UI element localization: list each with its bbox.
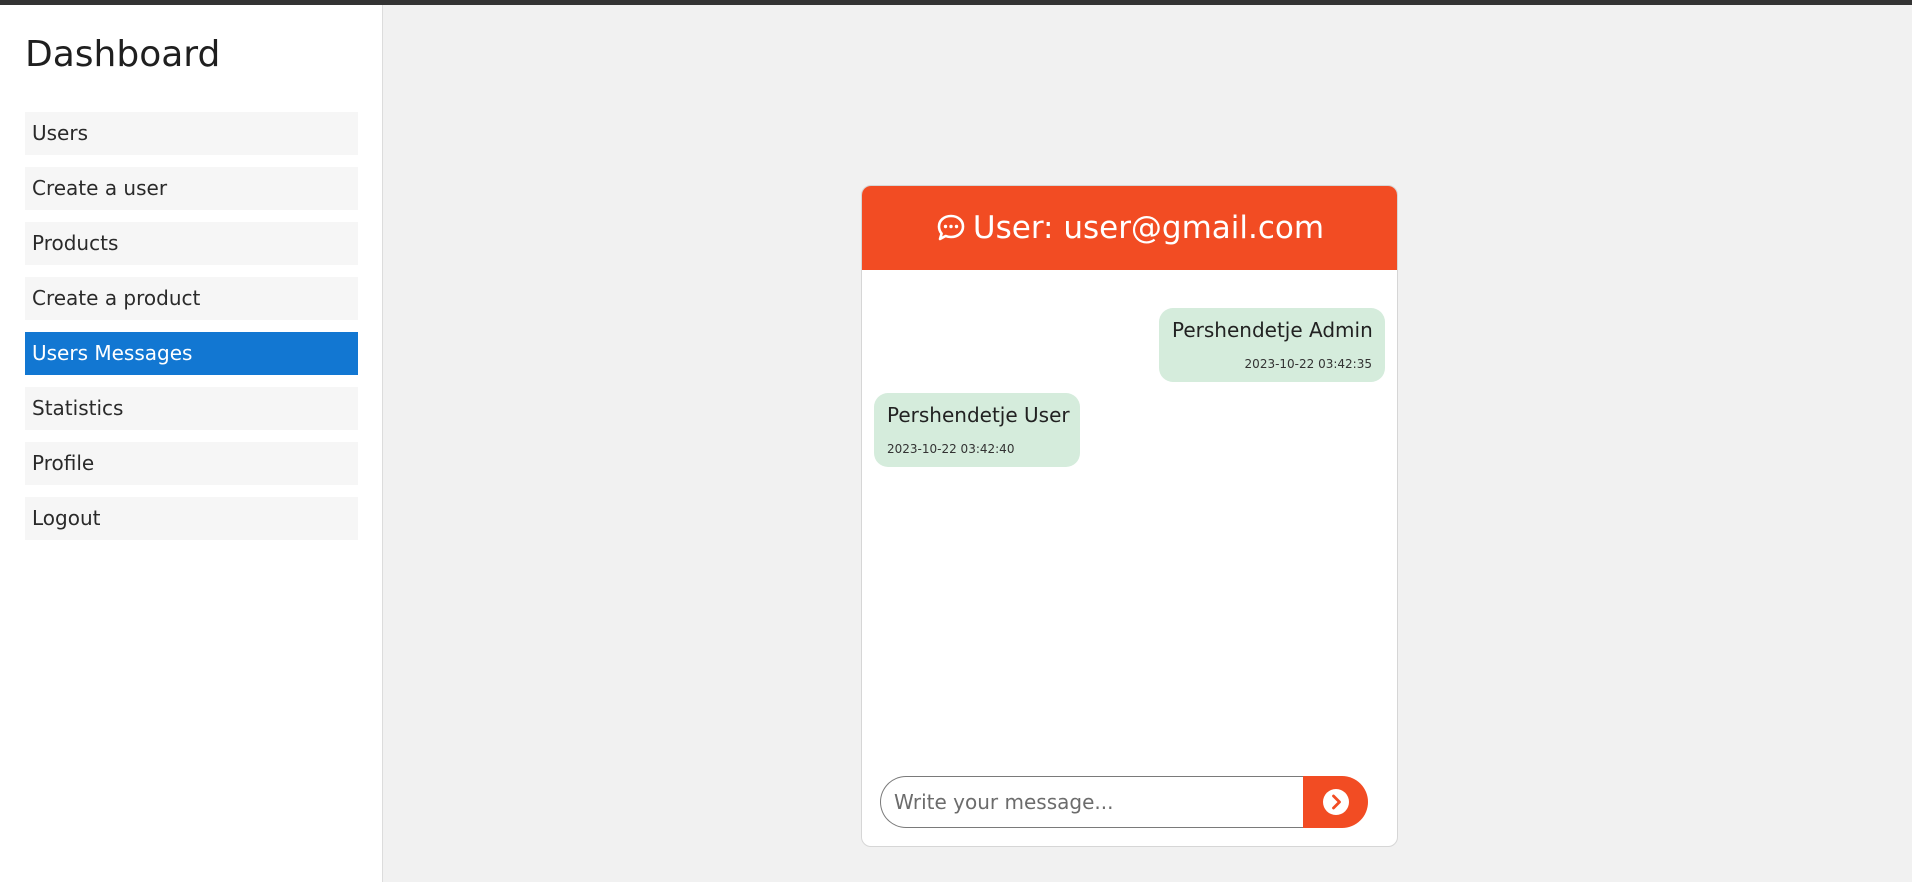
message-bubble-received: Pershendetje User 2023-10-22 03:42:40: [874, 393, 1080, 467]
main-content: User: user@gmail.com Pershendetje Admin …: [383, 5, 1912, 882]
chat-header: User: user@gmail.com: [862, 186, 1397, 270]
message-input[interactable]: [880, 776, 1304, 828]
message-text: Pershendetje User: [887, 403, 1070, 427]
message-timestamp: 2023-10-22 03:42:35: [1244, 357, 1372, 371]
message-bubble-sent: Pershendetje Admin 2023-10-22 03:42:35: [1159, 308, 1385, 382]
sidebar-item-users[interactable]: Users: [25, 112, 358, 155]
sidebar-item-users-messages[interactable]: Users Messages: [25, 332, 358, 375]
sidebar-item-create-product[interactable]: Create a product: [25, 277, 358, 320]
sidebar: Dashboard Users Create a user Products C…: [0, 5, 383, 882]
sidebar-title: Dashboard: [25, 34, 221, 75]
sidebar-nav: Users Create a user Products Create a pr…: [25, 112, 358, 552]
sidebar-item-products[interactable]: Products: [25, 222, 358, 265]
chat-header-title: User: user@gmail.com: [972, 210, 1325, 246]
chat-bubble-icon: [935, 212, 967, 244]
sidebar-item-statistics[interactable]: Statistics: [25, 387, 358, 430]
chevron-right-circle-icon: [1321, 787, 1351, 817]
send-button[interactable]: [1303, 776, 1368, 828]
message-composer: [880, 776, 1368, 828]
sidebar-item-logout[interactable]: Logout: [25, 497, 358, 540]
message-timestamp: 2023-10-22 03:42:40: [887, 442, 1015, 456]
message-text: Pershendetje Admin: [1172, 318, 1373, 342]
sidebar-item-create-user[interactable]: Create a user: [25, 167, 358, 210]
chat-messages: Pershendetje Admin 2023-10-22 03:42:35 P…: [862, 270, 1397, 750]
sidebar-item-profile[interactable]: Profile: [25, 442, 358, 485]
chat-window: User: user@gmail.com Pershendetje Admin …: [861, 185, 1398, 847]
